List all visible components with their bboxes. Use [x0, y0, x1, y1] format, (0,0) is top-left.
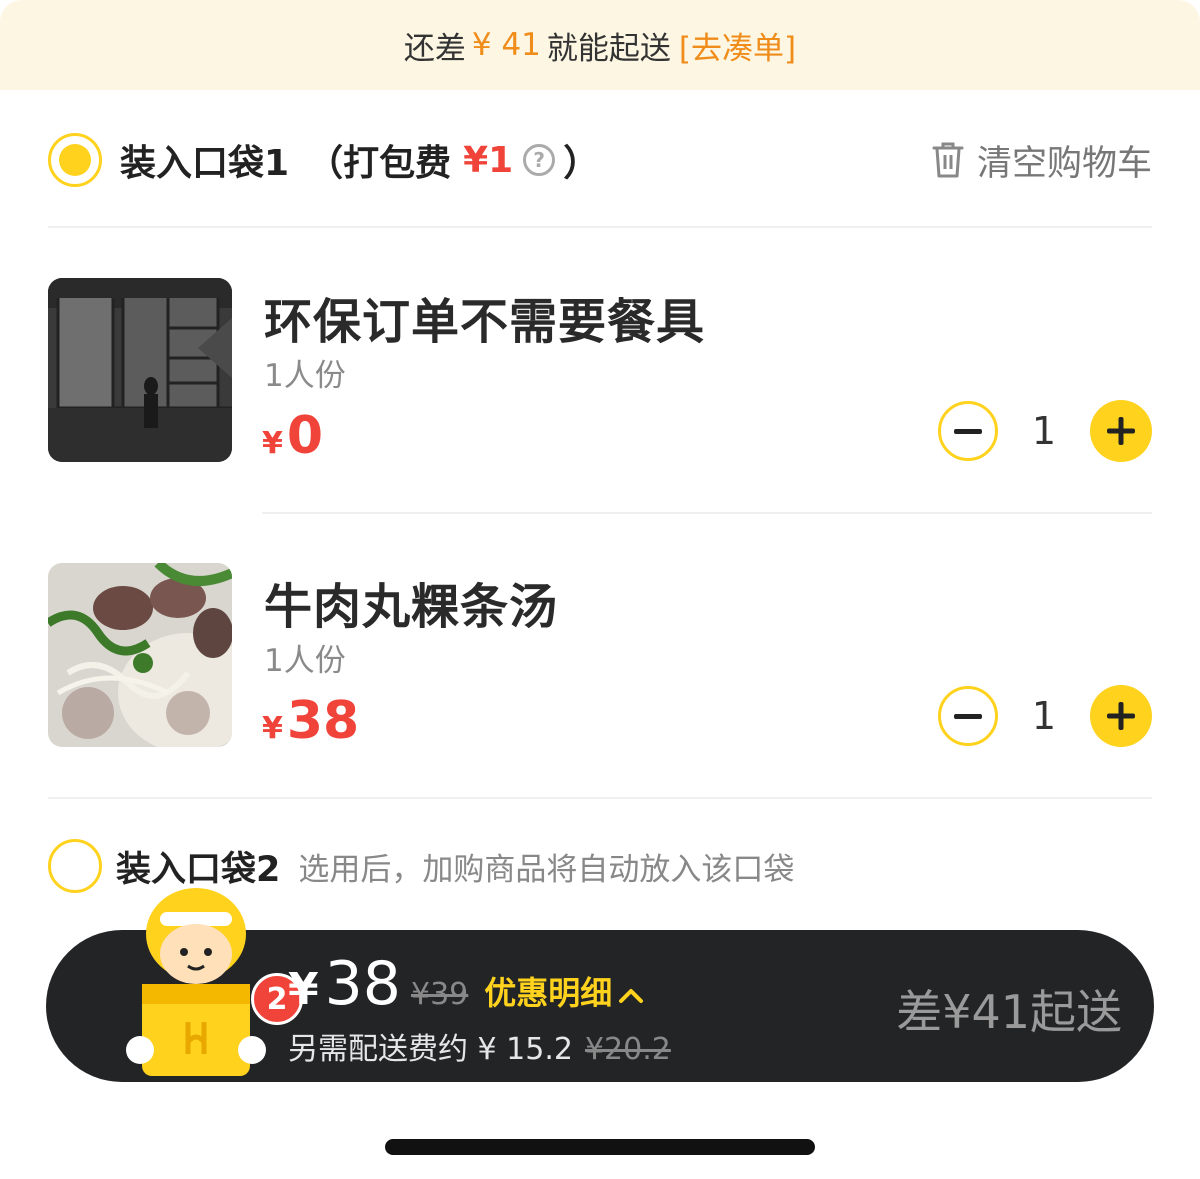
divider	[262, 512, 1152, 514]
total-price: 38	[324, 949, 401, 1019]
discount-details-button[interactable]: 优惠明细	[484, 968, 612, 1014]
bag2-radio[interactable]	[48, 839, 102, 893]
original-total: ¥39	[410, 977, 469, 1012]
decrease-button[interactable]	[938, 401, 998, 461]
packing-fee-open: （打包费	[307, 143, 452, 184]
cart-page: 还差 ¥ 41 就能起送 [去凑单] 装入口袋1 （打包费 ¥1 ? ） 清空购…	[0, 0, 1200, 1179]
divider	[48, 226, 1152, 228]
item-spec: 1人份	[264, 358, 346, 394]
packing-fee: （打包费 ¥1 ? ）	[307, 134, 599, 186]
item-price: ¥ 0	[262, 410, 323, 462]
cart-item: 牛肉丸粿条汤 1人份 ¥ 38 1	[48, 563, 1152, 749]
quantity-stepper: 1	[938, 685, 1152, 747]
min-order-status: 差¥41起送	[896, 985, 1122, 1039]
clear-cart-label: 清空购物车	[976, 143, 1152, 184]
increase-button[interactable]	[1090, 685, 1152, 747]
increase-button[interactable]	[1090, 400, 1152, 462]
bag1-title: 装入口袋1	[120, 143, 290, 184]
item-spec: 1人份	[264, 643, 346, 679]
checkout-bar: 2 ¥ 38 ¥39 优惠明细 另需配送费约 ¥ 15.2 ¥20.2 差¥41…	[46, 888, 1154, 1082]
notice-prefix: 还差	[403, 30, 466, 67]
clear-cart-button[interactable]: 清空购物车	[931, 135, 1152, 186]
bag2-hint: 选用后，加购商品将自动放入该口袋	[298, 851, 795, 888]
quantity-stepper: 1	[938, 400, 1152, 462]
minus-icon	[954, 713, 982, 719]
total-currency: ¥	[288, 964, 319, 1015]
cart-item: 环保订单不需要餐具 1人份 ¥ 0 1	[48, 278, 1152, 464]
item-name: 牛肉丸粿条汤	[264, 579, 559, 635]
trash-icon	[932, 142, 964, 178]
currency-symbol: ¥	[262, 711, 283, 746]
delivery-fee-original: ¥20.2	[584, 1032, 671, 1067]
delivery-fee: 另需配送费约 ¥ 15.2	[288, 1032, 573, 1067]
quantity-value: 1	[1031, 409, 1057, 453]
packing-fee-amount: ¥1	[463, 139, 514, 181]
beef-noodle-soup-image	[48, 563, 232, 747]
minus-icon	[954, 428, 982, 434]
add-more-link[interactable]: [去凑单]	[679, 23, 796, 68]
total-line: ¥ 38 ¥39 优惠明细	[288, 954, 644, 1015]
bag1-header: 装入口袋1 （打包费 ¥1 ? ） 清空购物车	[48, 118, 1152, 202]
currency-symbol: ¥	[262, 426, 283, 461]
window-scene-image	[48, 278, 232, 462]
chevron-up-icon[interactable]	[618, 986, 644, 1004]
help-icon[interactable]: ?	[523, 144, 556, 176]
divider	[48, 797, 1152, 799]
quantity-value: 1	[1031, 694, 1057, 738]
price-value: 38	[286, 691, 360, 751]
delivery-fee-line: 另需配送费约 ¥ 15.2 ¥20.2	[288, 1024, 671, 1068]
notice-suffix: 就能起送	[546, 30, 671, 67]
bag1-radio[interactable]	[48, 133, 102, 187]
price-value: 0	[286, 406, 324, 466]
notice-amount: ¥ 41	[471, 27, 541, 63]
item-name: 环保订单不需要餐具	[264, 294, 706, 350]
min-order-notice: 还差 ¥ 41 就能起送 [去凑单]	[0, 0, 1200, 90]
packing-fee-close: ）	[563, 143, 600, 184]
decrease-button[interactable]	[938, 686, 998, 746]
item-price: ¥ 38	[262, 695, 359, 747]
home-indicator	[385, 1139, 815, 1155]
